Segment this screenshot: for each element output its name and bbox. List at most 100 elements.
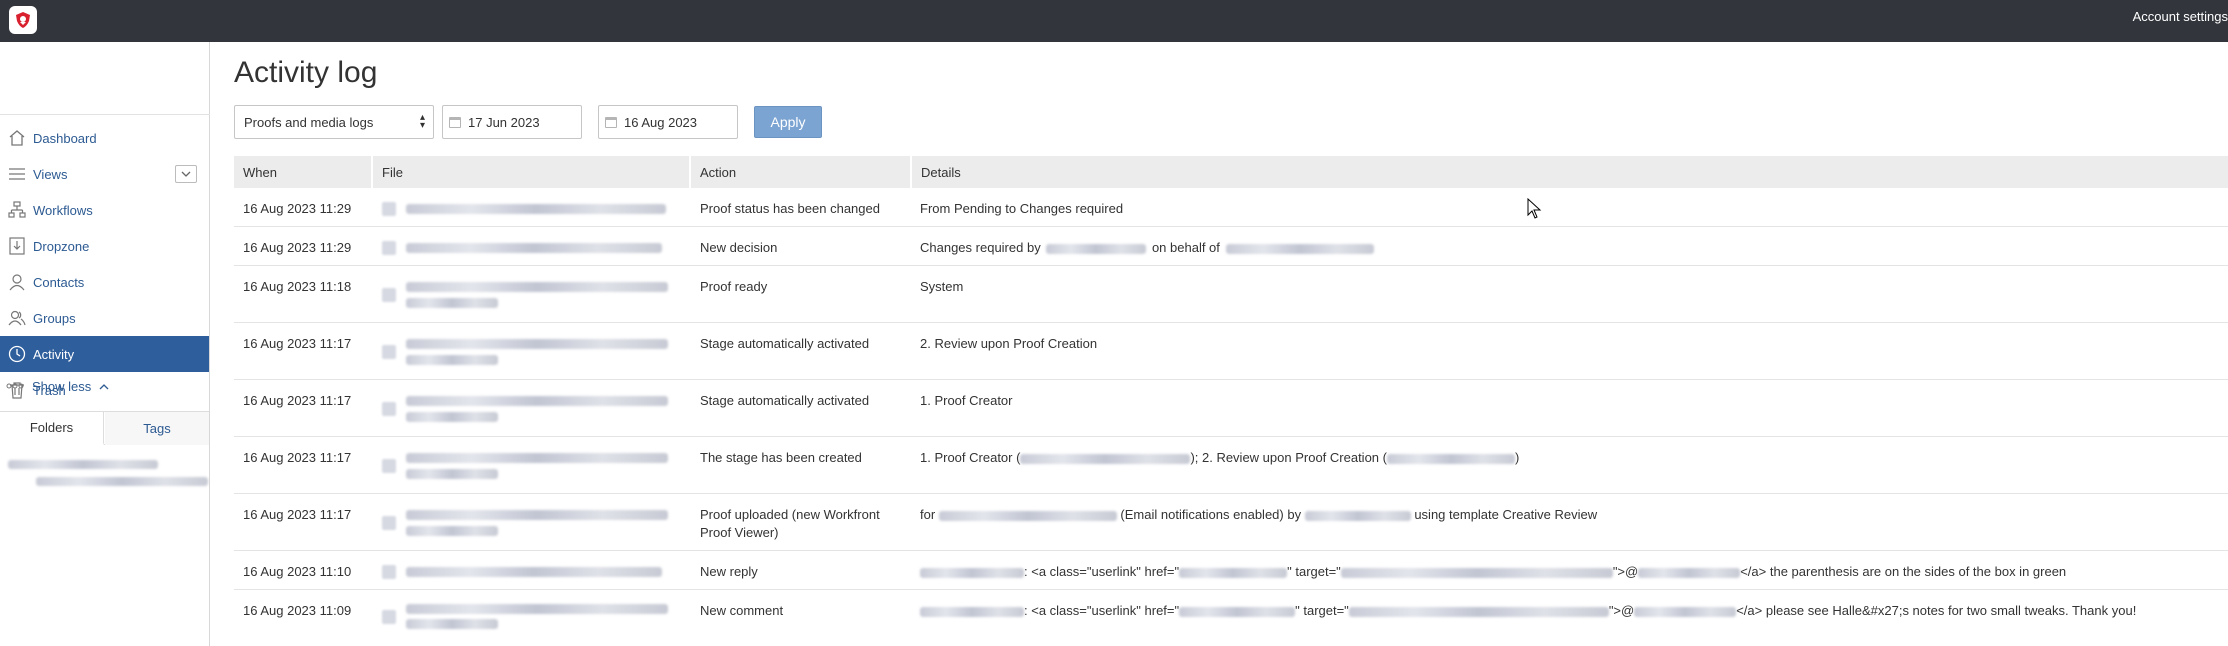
apply-button[interactable]: Apply bbox=[754, 106, 822, 138]
file-name-redacted bbox=[406, 243, 662, 253]
column-header-details[interactable]: Details bbox=[912, 156, 2228, 188]
cell-when: 16 Aug 2023 11:17 bbox=[243, 336, 352, 351]
file-thumbnail bbox=[382, 402, 396, 416]
file-thumbnail bbox=[382, 241, 396, 255]
cell-when: 16 Aug 2023 11:17 bbox=[243, 450, 352, 465]
details-text: : <a class="userlink" href=" bbox=[1024, 564, 1180, 579]
cell-details: : <a class="userlink" href=" " target=" ">… bbox=[920, 602, 2220, 620]
app-logo[interactable] bbox=[9, 6, 37, 34]
cell-details: From Pending to Changes required bbox=[920, 201, 1124, 216]
details-text: on behalf of bbox=[1151, 240, 1220, 255]
user-name-redacted bbox=[1046, 243, 1147, 254]
details-text: Changes required by bbox=[920, 240, 1041, 255]
sidebar-item-label: Views bbox=[33, 166, 68, 182]
sidebar: Dashboard Views Workflows Dropzone Conta… bbox=[0, 42, 210, 646]
email-redacted bbox=[1179, 606, 1296, 617]
sidebar-item-label: Activity bbox=[33, 346, 75, 362]
details-text: " target=" bbox=[1287, 564, 1341, 579]
details-text: ">@ bbox=[1612, 564, 1639, 579]
file-name-redacted bbox=[406, 396, 668, 406]
file-name-redacted bbox=[406, 204, 666, 214]
column-header-file[interactable]: File bbox=[373, 156, 691, 188]
date-to-input[interactable]: 16 Aug 2023 bbox=[598, 105, 738, 139]
cell-action: New decision bbox=[700, 240, 778, 255]
select-caret-icon: ▴ ▾ bbox=[419, 112, 425, 131]
file-name-redacted bbox=[406, 469, 498, 479]
file-thumbnail bbox=[382, 459, 396, 473]
account-settings-link[interactable]: Account settings bbox=[2133, 9, 2228, 24]
home-icon bbox=[7, 128, 27, 148]
cell-details: 1. Proof Creator (); 2. Review upon Proo… bbox=[920, 449, 2220, 467]
workflow-icon bbox=[7, 200, 27, 220]
list-icon bbox=[7, 164, 27, 184]
file-thumbnail bbox=[382, 345, 396, 359]
table-row[interactable]: 16 Aug 2023 11:29 Proof status has been … bbox=[234, 188, 2228, 227]
user-name-redacted bbox=[1304, 510, 1411, 521]
main-content: Activity log Proofs and media logs ▴ ▾ 17… bbox=[210, 42, 2228, 646]
file-name-redacted bbox=[406, 282, 668, 292]
tab-tags[interactable]: Tags bbox=[105, 412, 209, 445]
table-row[interactable]: 16 Aug 2023 11:18 Proof ready System bbox=[234, 266, 2228, 323]
cell-details: for (Email notifications enabled) by usi… bbox=[920, 506, 2220, 524]
cell-action: Proof status has been changed bbox=[700, 201, 880, 216]
file-name-redacted bbox=[406, 510, 668, 520]
sidebar-item-groups[interactable]: Groups bbox=[0, 300, 209, 336]
sidebar-item-label: Groups bbox=[33, 310, 76, 326]
file-thumbnail bbox=[382, 610, 396, 624]
sidebar-item-label: Contacts bbox=[33, 274, 85, 290]
cell-details: : <a class="userlink" href=" " target=" ">… bbox=[920, 563, 2220, 581]
email-redacted bbox=[1225, 243, 1374, 254]
file-name-redacted bbox=[406, 619, 498, 629]
chevron-up-icon bbox=[99, 383, 109, 389]
cell-action: Stage automatically activated bbox=[700, 393, 870, 408]
sidebar-item-dropzone[interactable]: Dropzone bbox=[0, 228, 209, 264]
table-row[interactable]: 16 Aug 2023 11:17 Proof uploaded (new Wo… bbox=[234, 494, 2228, 551]
column-header-when[interactable]: When bbox=[234, 156, 373, 188]
sidebar-item-dashboard[interactable]: Dashboard bbox=[0, 120, 209, 156]
cell-when: 16 Aug 2023 11:29 bbox=[243, 240, 352, 255]
sidebar-item-label: Workflows bbox=[33, 202, 93, 218]
target-redacted bbox=[1340, 567, 1613, 578]
folder-tag-tabs: Folders Tags bbox=[0, 411, 209, 445]
file-name-redacted bbox=[406, 339, 668, 349]
sidebar-item-contacts[interactable]: Contacts bbox=[0, 264, 209, 300]
file-name-redacted bbox=[406, 412, 498, 422]
details-text: for bbox=[920, 507, 936, 522]
cell-details: Changes required by on behalf of bbox=[920, 239, 2220, 257]
shield-logo-icon bbox=[16, 12, 30, 28]
table-row[interactable]: 16 Aug 2023 11:10 New reply : <a class="… bbox=[234, 551, 2228, 590]
folder-tree[interactable] bbox=[8, 460, 208, 500]
cell-when: 16 Aug 2023 11:17 bbox=[243, 507, 352, 522]
email-redacted bbox=[1386, 453, 1515, 464]
table-row[interactable]: 16 Aug 2023 11:29 New decision Changes r… bbox=[234, 227, 2228, 266]
chevron-down-icon bbox=[181, 171, 191, 177]
table-row[interactable]: 16 Aug 2023 11:17 Stage automatically ac… bbox=[234, 323, 2228, 380]
sidebar-item-views[interactable]: Views bbox=[0, 156, 209, 192]
calendar-icon bbox=[605, 117, 617, 128]
date-from-value: 17 Jun 2023 bbox=[468, 114, 540, 130]
file-name-redacted bbox=[406, 604, 668, 614]
cell-action: New comment bbox=[700, 603, 784, 618]
tab-folders[interactable]: Folders bbox=[0, 412, 104, 445]
cell-when: 16 Aug 2023 11:18 bbox=[243, 279, 352, 294]
file-name-redacted bbox=[406, 355, 498, 365]
log-type-value: Proofs and media logs bbox=[244, 114, 374, 130]
file-name-redacted bbox=[406, 526, 498, 536]
views-expand-toggle[interactable] bbox=[175, 165, 197, 183]
user-name-redacted bbox=[1634, 606, 1737, 617]
details-text: ) bbox=[1514, 450, 1520, 465]
sidebar-item-activity[interactable]: Activity bbox=[0, 336, 209, 372]
date-from-input[interactable]: 17 Jun 2023 bbox=[442, 105, 582, 139]
file-name-redacted bbox=[406, 453, 668, 463]
table-header: When File Action Details bbox=[234, 156, 2228, 188]
column-header-action[interactable]: Action bbox=[691, 156, 912, 188]
file-thumbnail bbox=[382, 288, 396, 302]
table-row[interactable]: 16 Aug 2023 11:09 New comment : <a class… bbox=[234, 590, 2228, 630]
show-less-toggle[interactable]: Show less bbox=[6, 376, 109, 396]
email-redacted bbox=[1020, 453, 1191, 464]
sidebar-item-workflows[interactable]: Workflows bbox=[0, 192, 209, 228]
log-type-select[interactable]: Proofs and media logs ▴ ▾ bbox=[234, 105, 434, 139]
sidebar-item-label: Dashboard bbox=[33, 130, 97, 146]
table-row[interactable]: 16 Aug 2023 11:17 Stage automatically ac… bbox=[234, 380, 2228, 437]
table-row[interactable]: 16 Aug 2023 11:17 The stage has been cre… bbox=[234, 437, 2228, 494]
